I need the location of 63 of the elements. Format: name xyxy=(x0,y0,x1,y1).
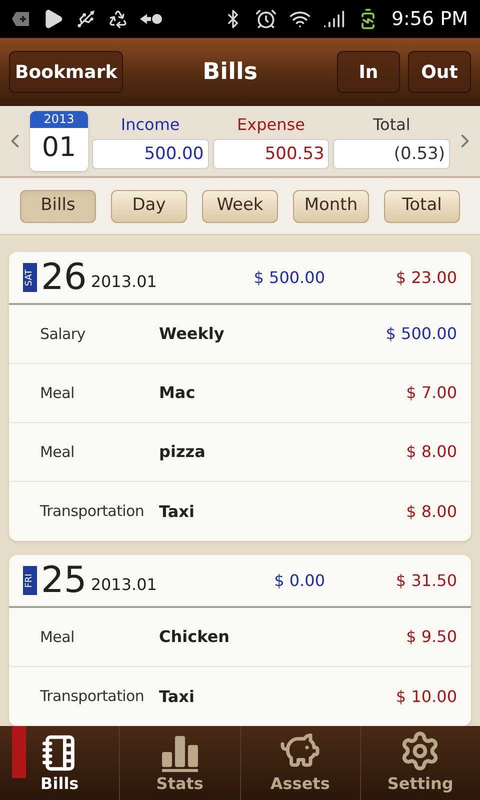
bookmark-button[interactable]: Bookmark xyxy=(9,51,124,93)
weekday-badge: FRI xyxy=(23,566,37,595)
entry-amount: $ 10.00 xyxy=(396,686,457,708)
entry-row[interactable]: Salary Weekly $ 500.00 xyxy=(9,305,471,364)
day-month: 2013.01 xyxy=(90,574,157,596)
entry-category: Meal xyxy=(40,442,76,463)
entry-row[interactable]: Transportation Taxi $ 8.00 xyxy=(9,482,471,541)
day-income: $ 0.00 xyxy=(273,570,325,592)
entry-name: Taxi xyxy=(159,686,194,708)
expense-label: Expense xyxy=(237,114,305,136)
entry-name: pizza xyxy=(159,441,206,463)
entry-amount: $ 8.00 xyxy=(406,500,457,522)
header-button[interactable]: Out xyxy=(408,51,471,93)
alarm-clock-icon xyxy=(255,8,278,30)
entry-amount: $ 8.00 xyxy=(406,441,457,463)
entry-amount: $ 7.00 xyxy=(406,382,457,404)
calendar-year: 2013 xyxy=(30,111,88,128)
entry-name: Weekly xyxy=(159,323,224,345)
day-number: 26 xyxy=(41,260,87,296)
nav-tab[interactable]: Stats xyxy=(119,726,240,800)
signal-icon xyxy=(323,8,346,30)
entry-name: Mac xyxy=(159,382,196,404)
filter-tab[interactable]: Day xyxy=(111,190,187,222)
filter-tab[interactable]: Month xyxy=(293,190,369,222)
entry-row[interactable]: Meal Mac $ 7.00 xyxy=(9,364,471,423)
usb-icon xyxy=(76,9,96,29)
nav-tab[interactable]: Setting xyxy=(360,726,480,800)
income-label: Income xyxy=(120,114,180,136)
entry-category: Salary xyxy=(40,324,86,345)
entry-row[interactable]: Meal Chicken $ 9.50 xyxy=(9,608,471,667)
total-label: Total xyxy=(372,114,410,136)
day-expense: $ 31.50 xyxy=(394,570,457,592)
day-number: 25 xyxy=(41,562,87,598)
day-expense: $ 23.00 xyxy=(394,266,457,288)
filter-tab[interactable]: Week xyxy=(202,190,278,222)
status-time: 9:56 PM xyxy=(391,6,468,32)
entry-name: Taxi xyxy=(159,500,194,522)
nav-tab[interactable]: Bills xyxy=(0,726,120,800)
entry-category: Transportation xyxy=(40,686,146,708)
weekday-badge: SAT xyxy=(23,263,37,292)
entry-row[interactable]: Transportation Taxi $ 10.00 xyxy=(9,667,471,726)
selected-ribbon xyxy=(12,726,26,778)
notification-icon xyxy=(12,11,30,27)
entry-amount: $ 500.00 xyxy=(386,323,457,345)
back-arrow-icon xyxy=(140,13,162,25)
entry-category: Meal xyxy=(40,626,76,648)
entry-category: Meal xyxy=(40,382,76,404)
recycle-icon xyxy=(108,9,128,29)
day-income: $ 500.00 xyxy=(252,266,325,288)
income-value-field: 500.00 xyxy=(92,139,209,169)
header-button[interactable]: In xyxy=(337,51,400,93)
filter-tab[interactable]: Total xyxy=(384,190,460,222)
day-month: 2013.01 xyxy=(90,270,157,292)
calendar-month: 01 xyxy=(42,131,76,165)
total-value-field: (0.53) xyxy=(333,139,450,169)
entry-name: Chicken xyxy=(159,626,230,648)
entry-category: Transportation xyxy=(40,501,146,522)
nav-tab[interactable]: Assets xyxy=(240,726,360,800)
screen-title: Bills xyxy=(202,58,258,87)
entry-amount: $ 9.50 xyxy=(406,626,457,648)
entry-row[interactable]: Meal pizza $ 8.00 xyxy=(9,423,471,482)
expense-value-field: 500.53 xyxy=(212,139,330,169)
filter-tab[interactable]: Bills xyxy=(20,190,96,222)
